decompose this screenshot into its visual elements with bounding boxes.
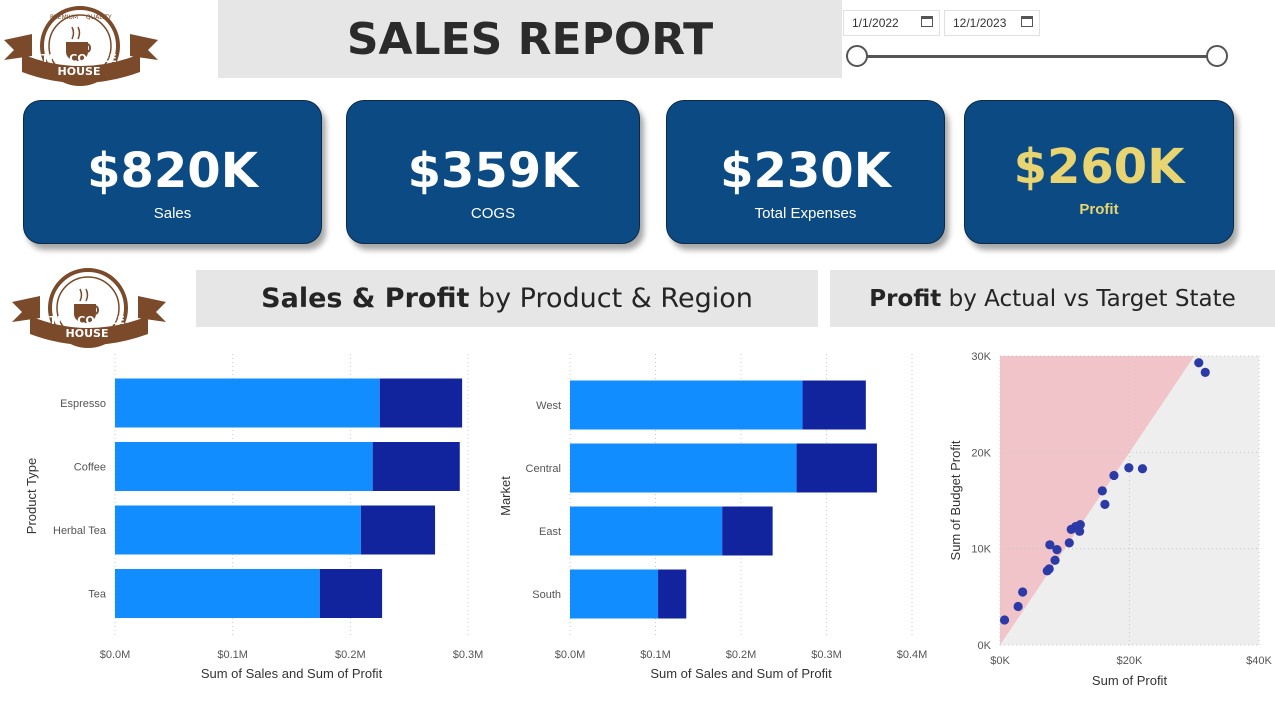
x-tick-label: $0.2M (726, 649, 757, 661)
category-label: Herbal Tea (53, 525, 107, 537)
section-title-bold: Profit (869, 285, 942, 312)
x-tick-label: $0.3M (453, 649, 484, 661)
kpi-value: $260K (1013, 139, 1185, 195)
calendar-icon[interactable] (921, 16, 933, 27)
section-header-profit-target: Profit by Actual vs Target State (830, 270, 1275, 327)
y-tick-label: 30K (971, 351, 991, 363)
x-tick-label: $0.2M (335, 649, 366, 661)
scatter-point (1052, 545, 1062, 555)
scatter-point (1013, 601, 1023, 612)
kpi-label: COGS (470, 205, 516, 222)
x-tick-label: $0K (990, 655, 1010, 667)
kpi-label: Total Expenses (754, 205, 857, 222)
y-tick-label: 0K (978, 640, 992, 652)
kpi-value: $820K (87, 143, 258, 199)
profit-bar (722, 506, 773, 556)
x-tick-label: $0.0M (555, 649, 586, 661)
section-title-rest: by Product & Region (469, 283, 753, 314)
sales-bar (115, 378, 380, 428)
end-date-input[interactable]: 12/1/2023 (944, 10, 1040, 36)
scatter-point (1100, 499, 1110, 509)
logo-banner-text: THE COFFEE HOUSE (49, 314, 125, 340)
category-label: Tea (88, 589, 107, 601)
profit-bar (360, 505, 436, 555)
kpi-card-sales: $820K Sales (23, 100, 322, 244)
start-date-value: 1/1/2022 (852, 16, 899, 30)
category-label: West (536, 400, 561, 412)
category-label: Central (526, 463, 561, 475)
scatter-point (1050, 555, 1060, 565)
kpi-card-total-expenses: $230K Total Expenses (666, 100, 945, 244)
profit-bar (319, 569, 383, 618)
sales-bar (115, 505, 361, 555)
sales-bar (570, 506, 723, 556)
page-title: SALES REPORT (346, 13, 714, 65)
logo-arc-right: QUALITY (86, 14, 112, 21)
kpi-label: Profit (1079, 201, 1119, 218)
x-tick-label: $0.0M (100, 649, 131, 661)
x-axis-title: Sum of Profit (1092, 673, 1168, 688)
scatter-point (1200, 367, 1210, 377)
kpi-card-cogs: $359K COGS (346, 100, 640, 244)
kpi-card-profit: $260K Profit (964, 100, 1234, 244)
logo-arc-left: PREMIUM (50, 14, 79, 21)
scatter-point (1109, 470, 1119, 481)
category-label: East (539, 526, 561, 538)
end-date-value: 12/1/2023 (953, 16, 1007, 30)
x-tick-label: $0.1M (640, 649, 671, 661)
profit-bar (802, 380, 866, 430)
scatter-point (1064, 538, 1074, 548)
scatter-point (999, 615, 1010, 625)
y-tick-label: 10K (971, 544, 991, 556)
y-tick-label: 20K (971, 447, 991, 459)
scatter-point (1075, 519, 1085, 530)
x-tick-label: $0.3M (811, 649, 842, 661)
date-range-slider-track[interactable] (858, 55, 1218, 58)
calendar-icon[interactable] (1021, 16, 1033, 27)
title-banner: SALES REPORT (218, 0, 842, 78)
scatter-point (1124, 463, 1134, 473)
scatter-point (1194, 358, 1204, 368)
sales-bar (115, 569, 320, 618)
scatter-point (1097, 486, 1107, 496)
category-label: Espresso (60, 398, 106, 410)
scatter-point (1018, 587, 1028, 597)
sales-bar (115, 442, 373, 491)
slider-end-handle[interactable] (1206, 45, 1228, 67)
scatter-point (1137, 464, 1148, 474)
x-tick-label: $0.1M (217, 649, 248, 661)
x-tick-label: $20K (1117, 655, 1143, 667)
profit-bar (796, 443, 877, 493)
product-type-bar-chart: $0.0M $0.1M $0.2M $0.3M Espresso Coffee Herbal… (24, 354, 484, 681)
section-title-bold: Sales & Profit (261, 283, 470, 314)
x-axis-title: Sum of Sales and Sum of Profit (650, 666, 832, 681)
slider-start-handle[interactable] (846, 45, 868, 67)
market-bar-chart: $0.0M $0.1M $0.2M $0.3M $0.4M West Central East… (498, 354, 928, 681)
sales-bar (570, 569, 659, 619)
x-tick-label: $0.4M (897, 649, 928, 661)
profit-bar (379, 378, 463, 428)
profit-bar (372, 442, 460, 491)
y-axis-title: Sum of Budget Profit (948, 440, 963, 560)
actual-vs-target-scatter: $0K $20K $40K 0K 10K 20K 30K Sum of Profit Sum o… (948, 351, 1273, 688)
sales-bar (570, 443, 797, 493)
kpi-label: Sales (153, 205, 192, 222)
category-label: Coffee (74, 462, 106, 474)
logo-banner-text: THE COFFEE HOUSE (41, 52, 117, 78)
section-title-rest: by Actual vs Target State (941, 285, 1236, 312)
kpi-value: $359K (407, 143, 579, 199)
section-header-sales-profit: Sales & Profit by Product & Region (196, 270, 818, 327)
profit-bar (658, 569, 687, 619)
category-label: South (532, 589, 561, 601)
x-axis-title: Sum of Sales and Sum of Profit (201, 666, 383, 681)
y-axis-title: Market (498, 476, 513, 516)
sales-bar (570, 380, 803, 430)
scatter-point (1044, 564, 1054, 574)
x-tick-label: $40K (1246, 655, 1272, 667)
y-axis-title: Product Type (24, 458, 39, 534)
kpi-value: $230K (720, 143, 891, 199)
start-date-input[interactable]: 1/1/2022 (843, 10, 940, 36)
